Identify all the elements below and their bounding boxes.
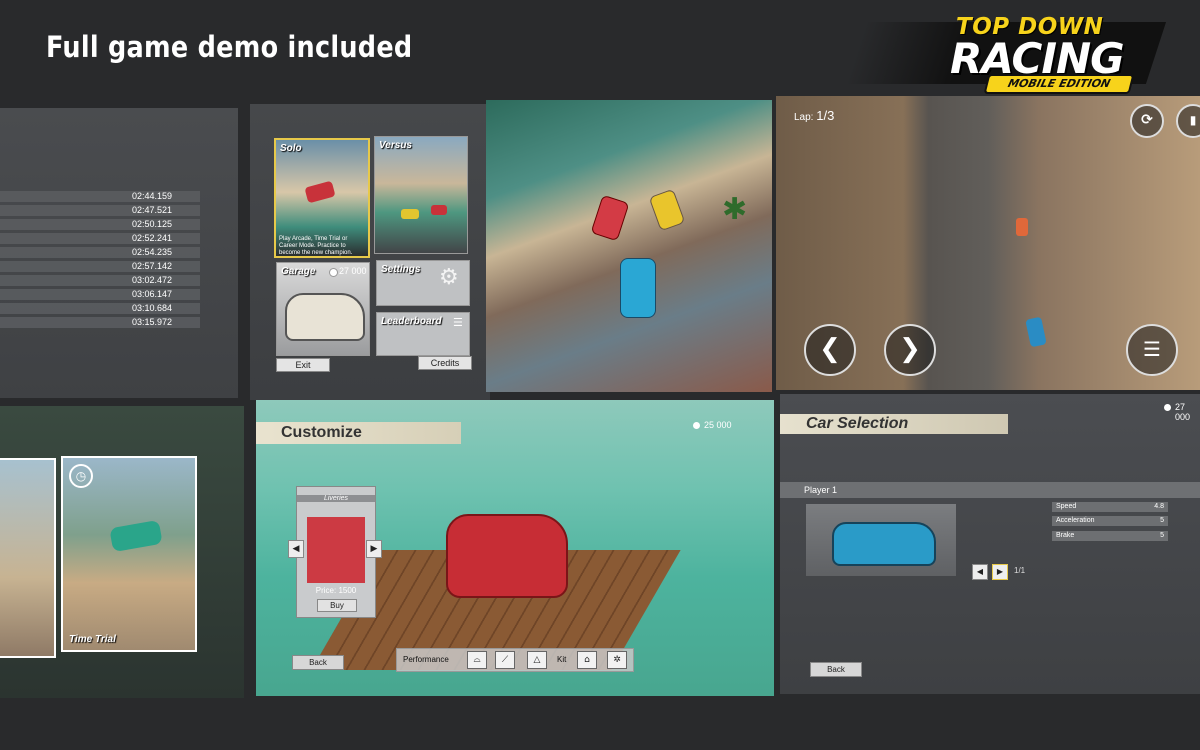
solo-description: Play Arcade, Time Trial or Career Mode. … xyxy=(279,236,353,256)
list-icon: ☰ xyxy=(453,316,463,329)
red-car xyxy=(446,514,568,598)
blue-car-hud xyxy=(1025,316,1047,348)
versus-tile[interactable]: Versus xyxy=(374,136,468,254)
camera-toggle-button[interactable]: ⟳ xyxy=(1130,104,1164,138)
versus-car-image xyxy=(401,209,419,219)
stat-brake: Brake 5 xyxy=(1052,531,1168,541)
pause-button[interactable]: ▮ xyxy=(1176,104,1200,138)
page-indicator: 1/1 xyxy=(1014,566,1026,575)
blue-car xyxy=(832,522,936,566)
livery-prev-button[interactable]: ◀ xyxy=(288,540,304,558)
game-logo: TOP DOWN RACING MOBILE EDITION xyxy=(845,12,1167,94)
car-next-button[interactable]: ▶ xyxy=(992,564,1008,580)
solo-car-image xyxy=(304,180,336,204)
car-selection-coins: 27 000 xyxy=(1175,402,1191,422)
time-trial-screenshot: ◷ Time Trial xyxy=(0,406,244,698)
exit-button[interactable]: Exit xyxy=(276,358,330,372)
garage-coins: 27 000 xyxy=(339,266,367,276)
steer-left-button[interactable]: ❮ xyxy=(804,324,856,376)
credits-button[interactable]: Credits xyxy=(418,356,472,370)
settings-tile[interactable]: Settings ⚙ xyxy=(376,260,470,306)
livery-price: Price: 1500 xyxy=(315,586,357,595)
leaderboard-row: 03:15.972 xyxy=(0,317,200,328)
tuning-toolbar: Performance ⌓ ⟋ △ Kit ⌂ ✲ xyxy=(396,648,634,672)
yellow-car xyxy=(648,188,686,232)
time-trial-car xyxy=(109,519,163,553)
customize-screenshot: Customize 25 000 Liveries Price: 1500 Bu… xyxy=(256,400,774,696)
customize-coins: 25 000 xyxy=(704,420,732,430)
gearbox-icon[interactable]: ⟋ xyxy=(495,651,515,669)
leaderboard-tile[interactable]: Leaderboard ☰ xyxy=(376,312,470,356)
coin-icon xyxy=(329,268,338,277)
garage-label: Garage xyxy=(281,266,316,277)
player-bar xyxy=(780,482,1200,498)
steer-right-button[interactable]: ❯ xyxy=(884,324,936,376)
kit-label[interactable]: Kit xyxy=(557,655,566,664)
performance-label[interactable]: Performance xyxy=(403,655,449,664)
leaderboard-row: 03:02.472 xyxy=(0,275,200,286)
tagline: Full game demo included xyxy=(46,30,413,64)
race-hud-screenshot: Lap: 1/3 ⟳ ▮ ❮ ❯ ☰ xyxy=(776,96,1200,390)
time-trial-card[interactable]: ◷ Time Trial xyxy=(61,456,197,652)
leaderboard-row: 03:06.147 xyxy=(0,289,200,300)
versus-label: Versus xyxy=(379,140,412,151)
lap-prefix: Lap: xyxy=(794,112,814,123)
stat-acceleration: Acceleration 5 xyxy=(1052,516,1168,526)
car-prev-button[interactable]: ◀ xyxy=(972,564,988,580)
time-trial-label: Time Trial xyxy=(69,634,116,645)
back-button[interactable]: Back xyxy=(810,662,862,677)
engine-icon[interactable]: ⌓ xyxy=(467,651,487,669)
stat-speed: Speed 4.8 xyxy=(1052,502,1168,512)
lap-value: 1/3 xyxy=(816,108,835,123)
garage-tile[interactable]: Garage 27 000 xyxy=(276,262,370,356)
race-scene-screenshot: ✱ xyxy=(486,100,772,392)
leaderboard-row: 02:54.235 xyxy=(0,247,200,258)
settings-label: Settings xyxy=(381,264,421,275)
palm-tree: ✱ xyxy=(722,192,748,227)
body-kit-icon[interactable]: ⌂ xyxy=(577,651,597,669)
leaderboard-row: 03:10.684 xyxy=(0,303,200,314)
blue-car xyxy=(620,258,656,318)
car-selection-title: Car Selection xyxy=(780,414,1008,434)
leaderboard-row: 02:44.159 xyxy=(0,191,200,202)
red-car xyxy=(590,194,630,242)
car-selection-screenshot: 27 000 Car Selection Player 1 Speed 4.8 A… xyxy=(780,394,1200,694)
orange-car xyxy=(1016,218,1028,236)
versus-car-image-2 xyxy=(431,205,447,215)
liveries-title: Liveries xyxy=(297,495,375,502)
coin-icon xyxy=(693,422,700,429)
solo-tile[interactable]: Solo Play Arcade, Time Trial or Career M… xyxy=(274,138,370,258)
arcade-card[interactable] xyxy=(0,458,56,658)
back-button[interactable]: Back xyxy=(292,655,344,670)
stopwatch-icon: ◷ xyxy=(69,464,93,488)
player-label: Player 1 xyxy=(804,485,838,495)
leaderboard-row: 02:52.241 xyxy=(0,233,200,244)
livery-next-button[interactable]: ▶ xyxy=(366,540,382,558)
livery-preview xyxy=(307,517,365,583)
garage-car-image xyxy=(285,293,365,341)
gear-icon: ⚙ xyxy=(439,265,459,290)
leaderboard-row: 02:47.521 xyxy=(0,205,200,216)
logo-badge: MOBILE EDITION xyxy=(983,74,1135,94)
leaderboard-label: Leaderboard xyxy=(381,316,442,327)
leaderboard-row: 02:50.125 xyxy=(0,219,200,230)
liveries-panel: Liveries Price: 1500 Buy xyxy=(296,486,376,618)
wheel-icon[interactable]: ✲ xyxy=(607,651,627,669)
car-preview xyxy=(806,504,956,576)
solo-label: Solo xyxy=(280,143,302,154)
leaderboard-screenshot: 02:44.159 02:47.521 02:50.125 02:52.241 … xyxy=(0,108,238,398)
leaderboard-row: 02:57.142 xyxy=(0,261,200,272)
buy-button[interactable]: Buy xyxy=(317,599,357,612)
customize-title: Customize xyxy=(256,422,461,444)
suspension-icon[interactable]: △ xyxy=(527,651,547,669)
main-menu-screenshot: Solo Play Arcade, Time Trial or Career M… xyxy=(250,104,490,400)
lap-counter: Lap: 1/3 xyxy=(794,108,834,123)
coin-icon xyxy=(1164,404,1171,411)
menu-button[interactable]: ☰ xyxy=(1126,324,1178,376)
